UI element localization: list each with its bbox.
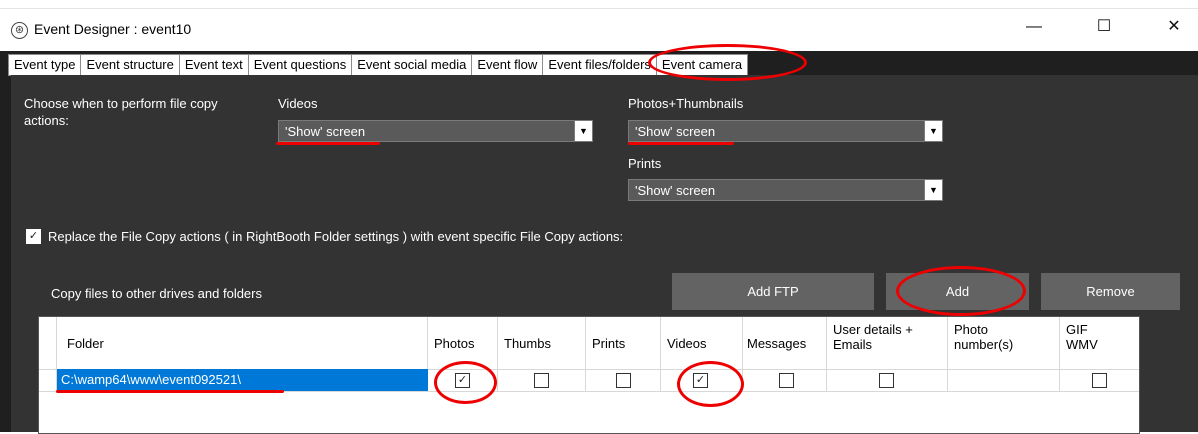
column-header-prints[interactable]: Prints: [586, 317, 661, 369]
prints-select-value: 'Show' screen: [635, 183, 716, 198]
tab-event-structure[interactable]: Event structure: [80, 54, 179, 76]
prints-checkbox[interactable]: [616, 373, 631, 388]
tab-event-flow[interactable]: Event flow: [471, 54, 543, 76]
tab-event-type[interactable]: Event type: [8, 54, 81, 76]
row-header-column: [39, 317, 57, 369]
videos-select[interactable]: 'Show' screen ▼: [278, 120, 593, 142]
annotation-underline-videos: [276, 142, 380, 145]
videos-select-value: 'Show' screen: [285, 124, 366, 139]
annotation-ellipse-tab: [648, 44, 807, 81]
annotation-underline-photos: [628, 142, 734, 145]
tab-event-text[interactable]: Event text: [178, 54, 248, 76]
cell-gif-wmv: [1060, 369, 1139, 391]
annotation-ellipse-photos: [434, 361, 497, 404]
prints-label: Prints: [628, 156, 662, 171]
copy-actions-label: Choose when to perform file copy actions…: [24, 96, 218, 128]
column-header-messages[interactable]: Messages: [743, 317, 827, 369]
user-details-checkbox[interactable]: [879, 373, 894, 388]
column-header-user-details[interactable]: User details + Emails: [827, 317, 948, 369]
cell-messages: [743, 369, 827, 391]
app-logo-icon: ⊛: [11, 22, 28, 39]
prints-select[interactable]: 'Show' screen ▼: [628, 179, 943, 201]
tab-event-social-media[interactable]: Event social media: [351, 54, 472, 76]
row-selector[interactable]: [39, 369, 57, 391]
folder-path-cell[interactable]: C:\wamp64\www\event092521\: [57, 369, 428, 391]
photos-thumbnails-label: Photos+Thumbnails: [628, 96, 744, 111]
tab-bar: Event type Event structure Event text Ev…: [8, 54, 749, 77]
thumbs-checkbox[interactable]: [534, 373, 549, 388]
gif-wmv-checkbox[interactable]: [1092, 373, 1107, 388]
tab-event-files-folders[interactable]: Event files/folders: [542, 54, 656, 77]
column-header-folder[interactable]: Folder: [57, 317, 428, 369]
maximize-button[interactable]: ☐: [1084, 14, 1124, 40]
annotation-ellipse-videos: [677, 361, 744, 407]
background-window-strip: [0, 0, 1198, 9]
replace-file-copy-checkbox[interactable]: ✓: [26, 229, 41, 244]
close-button[interactable]: ✕: [1154, 14, 1194, 40]
copy-files-label: Copy files to other drives and folders: [51, 286, 262, 301]
cell-user-details: [827, 369, 948, 391]
cell-photo-numbers[interactable]: [948, 369, 1060, 391]
column-header-gif-wmv[interactable]: GIF WMV: [1060, 317, 1139, 369]
title-bar: ⊛ Event Designer : event10 — ☐ ✕: [0, 0, 1198, 40]
add-ftp-button[interactable]: Add FTP: [672, 273, 874, 310]
chevron-down-icon[interactable]: ▼: [924, 180, 942, 200]
photos-select-value: 'Show' screen: [635, 124, 716, 139]
folders-grid: Folder Photos Thumbs Prints Videos Messa…: [38, 316, 1140, 434]
window-title: Event Designer : event10: [34, 21, 192, 37]
cell-prints: [586, 369, 661, 391]
column-header-thumbs[interactable]: Thumbs: [498, 317, 586, 369]
chevron-down-icon[interactable]: ▼: [924, 121, 942, 141]
replace-file-copy-label: Replace the File Copy actions ( in Right…: [48, 229, 624, 244]
remove-button[interactable]: Remove: [1041, 273, 1180, 310]
messages-checkbox[interactable]: [779, 373, 794, 388]
minimize-button[interactable]: —: [1014, 14, 1054, 40]
chevron-down-icon[interactable]: ▼: [574, 121, 592, 141]
cell-thumbs: [498, 369, 586, 391]
photos-thumbnails-select[interactable]: 'Show' screen ▼: [628, 120, 943, 142]
tab-event-questions[interactable]: Event questions: [247, 54, 352, 76]
videos-label: Videos: [278, 96, 318, 111]
annotation-underline-folder: [56, 390, 284, 393]
column-header-photo-numbers[interactable]: Photo number(s): [948, 317, 1060, 369]
annotation-ellipse-add: [896, 266, 1026, 316]
